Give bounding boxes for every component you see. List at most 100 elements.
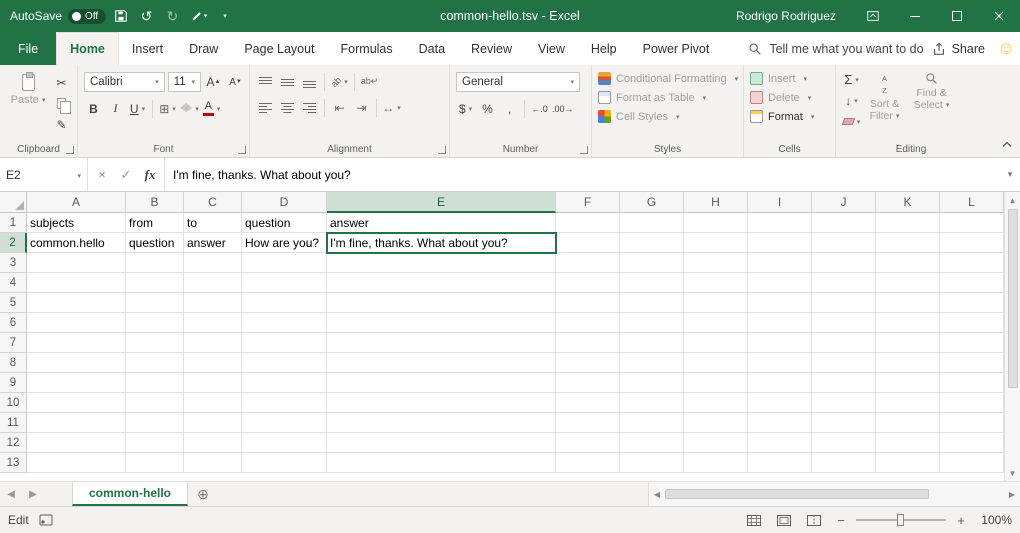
row-header-9[interactable]: 9 — [0, 373, 27, 393]
cell-i9[interactable] — [748, 373, 812, 393]
cell-i1[interactable] — [748, 213, 812, 233]
cell-i6[interactable] — [748, 313, 812, 333]
row-header-10[interactable]: 10 — [0, 393, 27, 413]
cell-a2[interactable]: common.hello — [27, 233, 126, 253]
cell-g12[interactable] — [620, 433, 684, 453]
row-header-5[interactable]: 5 — [0, 293, 27, 313]
cell-i12[interactable] — [748, 433, 812, 453]
touch-mode-button[interactable]: ▾ — [188, 3, 210, 29]
tab-home[interactable]: Home — [56, 32, 119, 65]
cell-d11[interactable] — [242, 413, 327, 433]
cell-c8[interactable] — [184, 353, 242, 373]
cell-f12[interactable] — [556, 433, 620, 453]
formula-bar-expand-button[interactable]: ▾ — [1000, 158, 1020, 191]
column-header-h[interactable]: H — [684, 192, 748, 213]
decrease-indent-button[interactable]: ⇤ — [330, 98, 349, 117]
borders-button[interactable] — [158, 99, 177, 118]
cell-a10[interactable] — [27, 393, 126, 413]
cell-g8[interactable] — [620, 353, 684, 373]
cell-h5[interactable] — [684, 293, 748, 313]
cell-l1[interactable] — [940, 213, 1004, 233]
cell-l5[interactable] — [940, 293, 1004, 313]
cell-j3[interactable] — [812, 253, 876, 273]
user-name[interactable]: Rodrigo Rodriguez — [736, 9, 836, 23]
zoom-out-button[interactable]: − — [832, 513, 850, 528]
clear-button[interactable] — [842, 112, 861, 131]
cell-e13[interactable] — [327, 453, 556, 473]
cell-l11[interactable] — [940, 413, 1004, 433]
format-painter-button[interactable] — [52, 115, 71, 134]
sheet-nav-left-button[interactable]: ◀ — [0, 482, 22, 506]
cell-l2[interactable] — [940, 233, 1004, 253]
undo-button[interactable] — [136, 3, 158, 29]
italic-button[interactable] — [106, 99, 125, 118]
view-page-break-button[interactable] — [802, 509, 826, 531]
horizontal-scroll-thumb[interactable] — [665, 489, 929, 499]
cell-a11[interactable] — [27, 413, 126, 433]
cell-j5[interactable] — [812, 293, 876, 313]
cell-d7[interactable] — [242, 333, 327, 353]
column-header-d[interactable]: D — [242, 192, 327, 213]
cell-j9[interactable] — [812, 373, 876, 393]
cell-d12[interactable] — [242, 433, 327, 453]
increase-decimal-button[interactable]: ←.0 — [530, 99, 549, 118]
wrap-text-button[interactable]: ab↵ — [360, 72, 379, 91]
maximize-button[interactable] — [936, 0, 978, 32]
row-header-2[interactable]: 2 — [0, 233, 27, 253]
cell-b13[interactable] — [126, 453, 184, 473]
cell-j10[interactable] — [812, 393, 876, 413]
cell-g11[interactable] — [620, 413, 684, 433]
cell-h4[interactable] — [684, 273, 748, 293]
cell-a5[interactable] — [27, 293, 126, 313]
fill-color-button[interactable] — [180, 99, 199, 118]
row-header-8[interactable]: 8 — [0, 353, 27, 373]
cell-k9[interactable] — [876, 373, 940, 393]
cell-l10[interactable] — [940, 393, 1004, 413]
cell-c7[interactable] — [184, 333, 242, 353]
cell-b1[interactable]: from — [126, 213, 184, 233]
tab-review[interactable]: Review — [458, 32, 525, 65]
cell-e3[interactable] — [327, 253, 556, 273]
cell-i13[interactable] — [748, 453, 812, 473]
cell-b12[interactable] — [126, 433, 184, 453]
column-header-f[interactable]: F — [556, 192, 620, 213]
format-as-table-button[interactable]: Format as Table — [598, 88, 739, 107]
cell-k11[interactable] — [876, 413, 940, 433]
cell-e8[interactable] — [327, 353, 556, 373]
vertical-scrollbar[interactable]: ▲ ▼ — [1004, 192, 1020, 481]
cell-l7[interactable] — [940, 333, 1004, 353]
cell-c12[interactable] — [184, 433, 242, 453]
cell-e9[interactable] — [327, 373, 556, 393]
bold-button[interactable] — [84, 99, 103, 118]
scroll-right-arrow[interactable]: ▶ — [1004, 490, 1020, 499]
cell-d3[interactable] — [242, 253, 327, 273]
comma-style-button[interactable]: , — [500, 99, 519, 118]
number-dialog-launcher[interactable] — [580, 146, 588, 154]
column-header-g[interactable]: G — [620, 192, 684, 213]
tab-data[interactable]: Data — [406, 32, 458, 65]
delete-cells-button[interactable]: Delete — [750, 88, 831, 107]
cell-g1[interactable] — [620, 213, 684, 233]
cell-j1[interactable] — [812, 213, 876, 233]
cell-e5[interactable] — [327, 293, 556, 313]
view-normal-button[interactable] — [742, 509, 766, 531]
cell-h12[interactable] — [684, 433, 748, 453]
cell-b4[interactable] — [126, 273, 184, 293]
cell-c10[interactable] — [184, 393, 242, 413]
cell-l4[interactable] — [940, 273, 1004, 293]
copy-button[interactable] — [52, 94, 71, 113]
column-header-j[interactable]: J — [812, 192, 876, 213]
row-header-6[interactable]: 6 — [0, 313, 27, 333]
font-dialog-launcher[interactable] — [238, 146, 246, 154]
decrease-font-size-button[interactable]: A▼ — [226, 73, 245, 92]
cell-a13[interactable] — [27, 453, 126, 473]
cell-i11[interactable] — [748, 413, 812, 433]
accounting-format-button[interactable]: $ — [456, 99, 475, 118]
row-header-3[interactable]: 3 — [0, 253, 27, 273]
tell-me-search[interactable]: Tell me what you want to do — [748, 32, 923, 65]
cell-k10[interactable] — [876, 393, 940, 413]
cell-g10[interactable] — [620, 393, 684, 413]
cell-h13[interactable] — [684, 453, 748, 473]
middle-align-button[interactable] — [278, 72, 297, 91]
align-right-button[interactable] — [300, 98, 319, 117]
